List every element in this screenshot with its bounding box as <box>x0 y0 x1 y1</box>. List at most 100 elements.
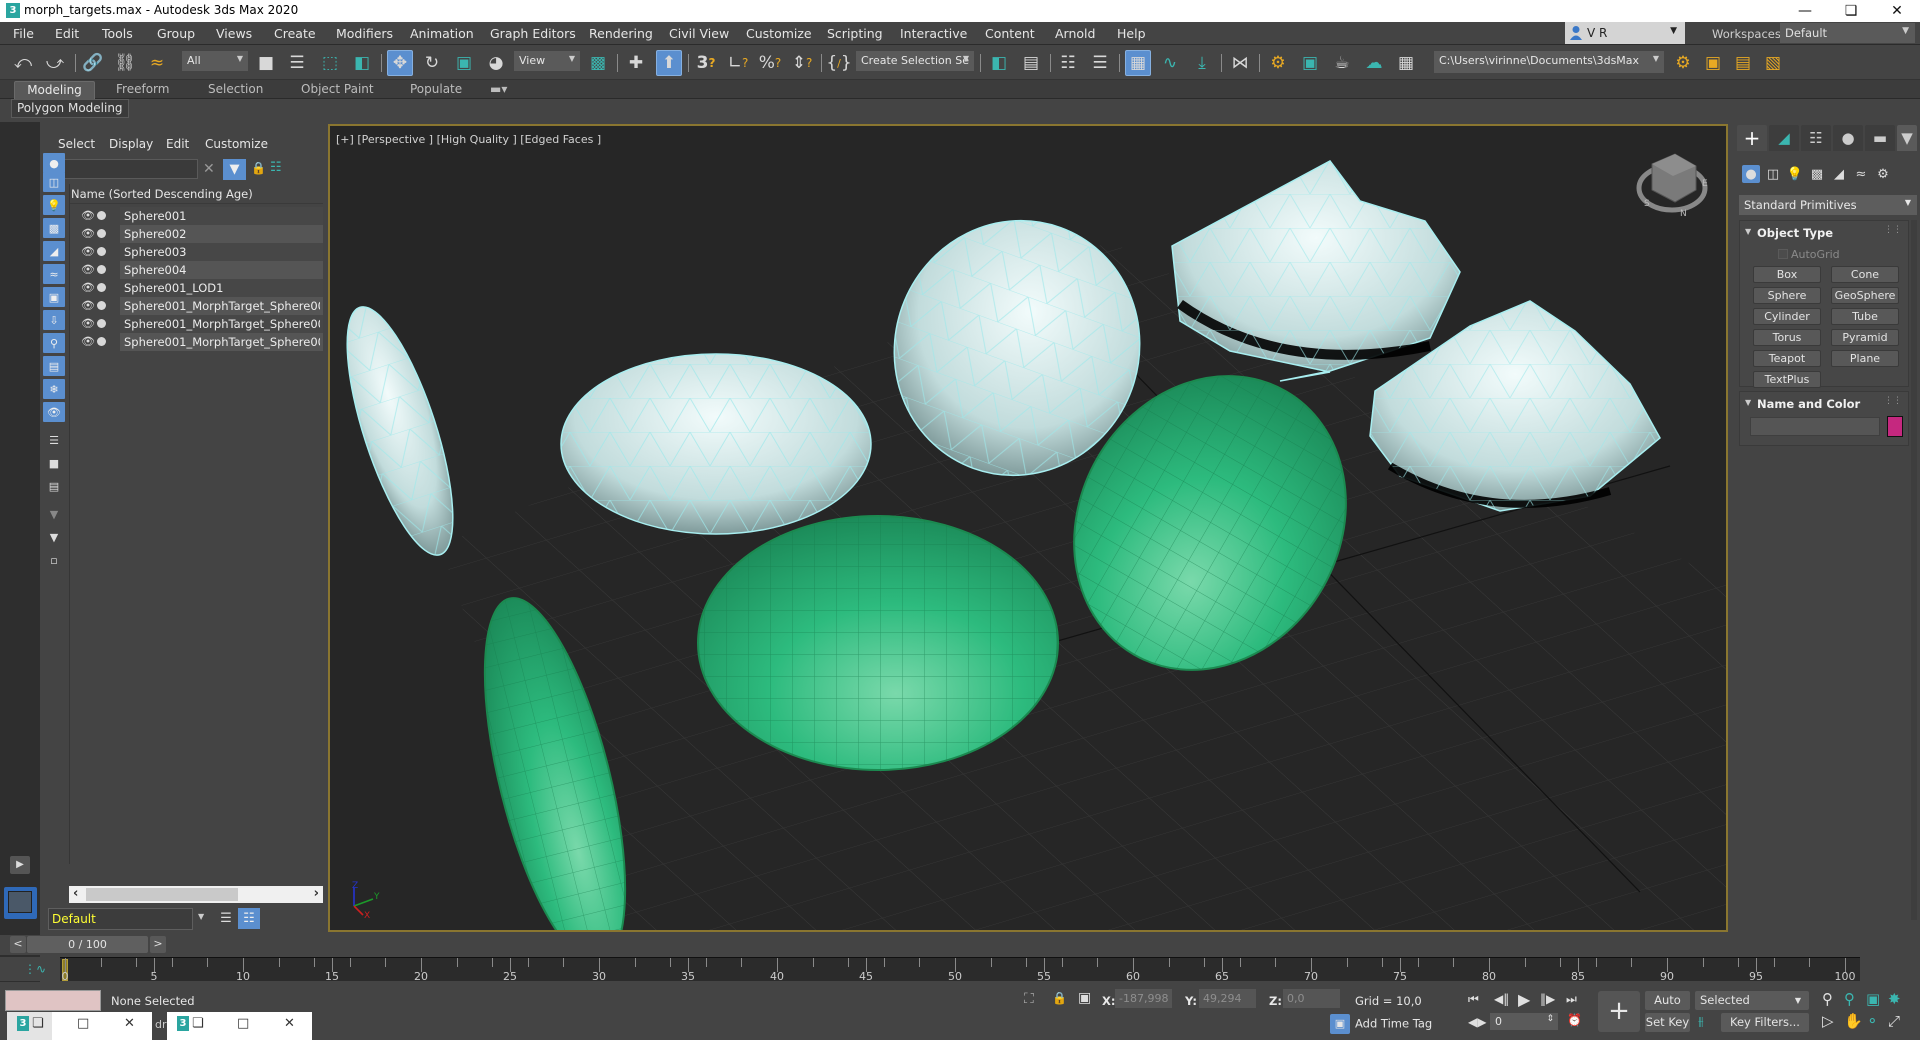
list-item[interactable]: 👁 Sphere001 <box>70 207 323 225</box>
select-object-icon[interactable]: ■ <box>253 50 279 76</box>
key-mode-dropdown[interactable]: Selected ▼ <box>1695 991 1809 1010</box>
filter-spacewarps-icon[interactable]: ≈ <box>43 264 65 284</box>
primitive-tube-button[interactable]: Tube <box>1831 308 1899 325</box>
zoom-icon[interactable]: ⚲ <box>1822 990 1833 1008</box>
filter-toggle-icon[interactable]: ▼ <box>223 159 246 180</box>
maximize-icon[interactable]: □ <box>237 1016 249 1031</box>
ribbon-tab-populate[interactable]: Populate <box>402 81 470 99</box>
hierarchy-mode-icon[interactable]: ☷ <box>238 908 260 929</box>
minimized-window[interactable]: 3 ❏ □ ✕ <box>7 1012 152 1040</box>
container-icon[interactable]: ▫ <box>43 550 65 570</box>
systems-category-icon[interactable]: ⚙ <box>1874 165 1892 183</box>
scene-search-input[interactable] <box>48 159 198 179</box>
ribbon-tab-modeling[interactable]: Modeling <box>14 81 95 99</box>
filter-containers-icon[interactable]: ▤ <box>43 356 65 376</box>
primitive-box-button[interactable]: Box <box>1753 266 1821 283</box>
link-icon[interactable]: 🔗 <box>80 50 106 76</box>
layer-explorer-icon[interactable]: ☰ <box>215 908 237 929</box>
project-new-icon[interactable]: ▧ <box>1760 50 1786 76</box>
redo-icon[interactable]: ⤻ <box>42 50 68 76</box>
menu-rendering[interactable]: Rendering <box>589 26 653 41</box>
time-configuration-icon[interactable]: ⏰ <box>1567 1013 1582 1027</box>
se-menu-select[interactable]: Select <box>58 137 95 151</box>
render-iterative-icon[interactable]: ▦ <box>1393 50 1419 76</box>
track-bar-ruler[interactable]: 0 5 10 15 20 25 30 35 40 45 50 55 60 65 70 75 80 85 90 95 10… <box>60 957 1860 983</box>
visibility-eye-icon[interactable]: 👁 <box>81 227 95 240</box>
menu-interactive[interactable]: Interactive <box>900 26 967 41</box>
mirror-icon[interactable]: ◧ <box>986 50 1012 76</box>
helpers-category-icon[interactable]: ◢ <box>1830 165 1848 183</box>
snaps-toggle-icon[interactable]: 3? <box>693 50 719 76</box>
select-place-icon[interactable]: ◕ <box>483 50 509 76</box>
command-panel-scrollbar[interactable] <box>1911 220 1917 920</box>
percent-snap-icon[interactable]: %? <box>757 50 783 76</box>
time-slider-prev-button[interactable]: < <box>10 936 26 953</box>
display-tab-icon[interactable]: ▬ <box>1865 125 1895 151</box>
restore-icon[interactable]: ❏ <box>32 1016 44 1031</box>
menu-arnold[interactable]: Arnold <box>1055 26 1095 41</box>
select-rotate-icon[interactable]: ↻ <box>419 50 445 76</box>
create-tab-icon[interactable]: + <box>1737 125 1767 151</box>
ribbon-tab-object-paint[interactable]: Object Paint <box>293 81 382 99</box>
name-and-color-title[interactable]: Name and Color <box>1757 397 1860 411</box>
list-item[interactable]: 👁 Sphere001_MorphTarget_Sphere002_0_1 <box>70 315 323 333</box>
geometry-category-icon[interactable]: ● <box>1742 165 1760 183</box>
list-item[interactable]: 👁 Sphere002 <box>70 225 323 243</box>
filter-geometry-icon[interactable]: ● <box>43 153 65 173</box>
filter-settings-icon[interactable]: ▼ <box>43 504 65 524</box>
lights-category-icon[interactable]: 💡 <box>1786 165 1804 183</box>
menu-graph-editors[interactable]: Graph Editors <box>490 26 576 41</box>
select-manipulate-icon[interactable]: ✚ <box>623 50 649 76</box>
project-path-dropdown[interactable]: C:\Users\virinne\Documents\3dsMax ▼ <box>1434 51 1664 73</box>
expand-panel-button[interactable]: ▶ <box>10 856 30 874</box>
project-structure-icon[interactable]: ▤ <box>1730 50 1756 76</box>
schematic-view-icon[interactable]: ⤓ <box>1189 50 1215 76</box>
primitive-teapot-button[interactable]: Teapot <box>1753 350 1821 367</box>
lock-icon[interactable]: 🔒 <box>251 161 266 175</box>
undo-icon[interactable]: ⤺ <box>10 50 36 76</box>
visibility-eye-icon[interactable]: 👁 <box>81 281 95 294</box>
minimized-window[interactable]: 3 ❏ □ ✕ <box>167 1012 312 1040</box>
se-menu-display[interactable]: Display <box>109 137 153 151</box>
layer-explorer-icon[interactable]: ☰ <box>1087 50 1113 76</box>
filter-cameras-icon[interactable]: ▩ <box>43 218 65 238</box>
selection-filter-dropdown[interactable]: All ▼ <box>182 51 248 71</box>
hierarchy-icon[interactable]: ☷ <box>270 160 282 175</box>
default-in-out-tangents-icon[interactable]: ⫵ <box>1698 1014 1704 1029</box>
filter-bones-icon[interactable]: ⚲ <box>43 333 65 353</box>
orbit-icon[interactable]: ⚬ <box>1866 1012 1879 1030</box>
clear-search-icon[interactable]: ✕ <box>203 161 215 177</box>
reference-coord-dropdown[interactable]: View ▼ <box>514 51 580 71</box>
list-item[interactable]: 👁 Sphere004 <box>70 261 323 279</box>
select-scale-icon[interactable]: ▣ <box>451 50 477 76</box>
chevron-down-icon[interactable]: ▼ <box>198 912 204 921</box>
keyboard-shortcut-override-icon[interactable]: ⬆ <box>656 50 682 76</box>
list-item[interactable]: 👁 Sphere001_MorphTarget_Sphere002_0_0 <box>70 297 323 315</box>
spacewarps-category-icon[interactable]: ≈ <box>1852 165 1870 183</box>
zoom-all-icon[interactable]: ⚲ <box>1844 990 1855 1008</box>
close-icon[interactable]: ✕ <box>124 1016 135 1031</box>
visibility-eye-icon[interactable]: 👁 <box>81 299 95 312</box>
object-category-dropdown[interactable]: Standard Primitives ▼ <box>1739 195 1917 215</box>
more-tabs-icon[interactable]: ▼ <box>1897 125 1917 151</box>
close-button[interactable]: ✕ <box>1874 0 1920 22</box>
freeze-dot-icon[interactable] <box>97 301 106 310</box>
shapes-category-icon[interactable]: ◫ <box>1764 165 1782 183</box>
visibility-eye-icon[interactable]: 👁 <box>81 335 95 348</box>
play-icon[interactable]: ▶ <box>1518 990 1530 1009</box>
horizontal-scrollbar[interactable]: ‹ › <box>69 886 323 903</box>
ribbon-options-icon[interactable]: ▬▾ <box>482 81 515 99</box>
freeze-dot-icon[interactable] <box>97 247 106 256</box>
freeze-dot-icon[interactable] <box>97 265 106 274</box>
use-pivot-icon[interactable]: ▩ <box>585 50 611 76</box>
menu-file[interactable]: File <box>13 26 34 41</box>
selection-lock-icon[interactable]: 🔒 <box>1052 991 1067 1005</box>
render-cloud-icon[interactable]: ☁ <box>1361 50 1387 76</box>
visibility-eye-icon[interactable]: 👁 <box>81 317 95 330</box>
z-coordinate-field[interactable]: 0,0 <box>1283 989 1340 1008</box>
primitive-plane-button[interactable]: Plane <box>1831 350 1899 367</box>
autogrid-checkbox[interactable]: AutoGrid <box>1778 248 1840 261</box>
filter-xrefs-icon[interactable]: ⇩ <box>43 310 65 330</box>
window-crossing-icon[interactable]: ◧ <box>349 50 375 76</box>
render-production-icon[interactable]: ☕ <box>1329 50 1355 76</box>
